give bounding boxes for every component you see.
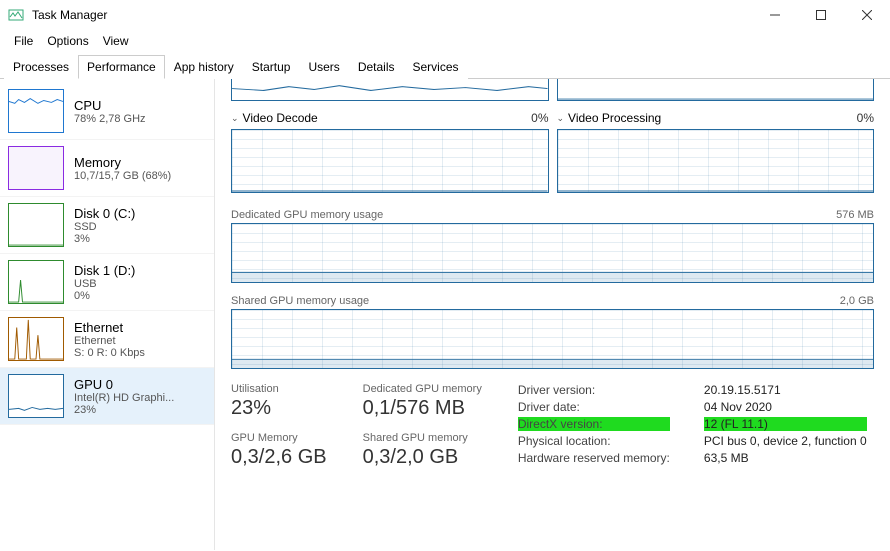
gpu-info-table: Driver version: 20.19.15.5171 Driver dat… (518, 383, 867, 469)
tab-users[interactable]: Users (299, 55, 348, 79)
sidebar-sub: Intel(R) HD Graphi... (74, 392, 174, 404)
window-title: Task Manager (32, 8, 107, 22)
stat-value: 23% (231, 397, 327, 420)
gpu-details-pane: ⌄ Video Decode 0% ⌄ Video Processing 0% … (215, 79, 890, 550)
memory-thumbnail-chart (8, 146, 64, 190)
chart-video-decode (231, 129, 549, 193)
sidebar-item-disk1[interactable]: Disk 1 (D:) USB 0% (0, 254, 214, 311)
sidebar-sub2: 3% (74, 233, 135, 245)
section-video-decode[interactable]: ⌄ Video Decode 0% (231, 111, 549, 125)
stat-value: 0,3/2,0 GB (363, 446, 482, 469)
section-value: 2,0 GB (840, 295, 874, 307)
sidebar-label: Disk 0 (C:) (74, 206, 135, 221)
sidebar-label: Memory (74, 155, 171, 170)
chart-dedicated-memory (231, 223, 874, 283)
stats-row: Utilisation 23% GPU Memory 0,3/2,6 GB De… (231, 383, 874, 469)
top-chart-row (231, 79, 874, 101)
info-key: Driver version: (518, 383, 670, 397)
sidebar-sub: SSD (74, 221, 135, 233)
chevron-down-icon: ⌄ (231, 113, 239, 124)
stat-label: Shared GPU memory (363, 432, 482, 444)
close-button[interactable] (844, 0, 890, 30)
stat-value: 0,3/2,6 GB (231, 446, 327, 469)
sidebar-item-cpu[interactable]: CPU 78% 2,78 GHz (0, 83, 214, 140)
sidebar-sub: Ethernet (74, 335, 145, 347)
info-value: 20.19.15.5171 (704, 383, 867, 397)
tab-performance[interactable]: Performance (78, 55, 165, 79)
stat-label: Utilisation (231, 383, 327, 395)
titlebar: Task Manager (0, 0, 890, 30)
maximize-button[interactable] (798, 0, 844, 30)
section-value: 0% (531, 111, 548, 125)
menu-options[interactable]: Options (41, 32, 94, 50)
ethernet-thumbnail-chart (8, 317, 64, 361)
menu-view[interactable]: View (97, 32, 135, 50)
info-value: 63,5 MB (704, 451, 867, 465)
stat-label: GPU Memory (231, 432, 327, 444)
tab-app-history[interactable]: App history (165, 55, 243, 79)
menubar: File Options View (0, 30, 890, 54)
info-value-directx: 12 (FL 11.1) (704, 417, 867, 431)
tab-startup[interactable]: Startup (243, 55, 300, 79)
info-key: Driver date: (518, 400, 670, 414)
cpu-thumbnail-chart (8, 89, 64, 133)
info-key-directx: DirectX version: (518, 417, 670, 431)
stat-value: 0,1/576 MB (363, 397, 482, 420)
chart-copy-partial (557, 79, 875, 101)
sidebar-sub: 78% 2,78 GHz (74, 113, 146, 125)
section-label: Video Processing (568, 111, 661, 125)
chevron-down-icon: ⌄ (557, 113, 565, 124)
sidebar-sub2: 23% (74, 404, 174, 416)
tab-services[interactable]: Services (404, 55, 468, 79)
minimize-button[interactable] (752, 0, 798, 30)
sidebar-sub: USB (74, 278, 135, 290)
section-label: Dedicated GPU memory usage (231, 209, 383, 221)
sidebar-item-gpu0[interactable]: GPU 0 Intel(R) HD Graphi... 23% (0, 368, 214, 425)
stat-dedicated: Dedicated GPU memory 0,1/576 MB Shared G… (363, 383, 482, 469)
info-value: 04 Nov 2020 (704, 400, 867, 414)
gpu0-thumbnail-chart (8, 374, 64, 418)
chart-3d-partial (231, 79, 549, 101)
tabs: Processes Performance App history Startu… (0, 54, 890, 79)
disk0-thumbnail-chart (8, 203, 64, 247)
sidebar-label: CPU (74, 98, 146, 113)
stat-label: Dedicated GPU memory (363, 383, 482, 395)
task-manager-icon (8, 7, 24, 23)
section-label: Shared GPU memory usage (231, 295, 369, 307)
section-dedicated-memory: Dedicated GPU memory usage 576 MB (231, 209, 874, 221)
section-video-processing[interactable]: ⌄ Video Processing 0% (557, 111, 875, 125)
section-value: 0% (857, 111, 874, 125)
section-value: 576 MB (836, 209, 874, 221)
sidebar-item-ethernet[interactable]: Ethernet Ethernet S: 0 R: 0 Kbps (0, 311, 214, 368)
sidebar-sub: 10,7/15,7 GB (68%) (74, 170, 171, 182)
sidebar-sub2: 0% (74, 290, 135, 302)
sidebar-item-disk0[interactable]: Disk 0 (C:) SSD 3% (0, 197, 214, 254)
info-value: PCI bus 0, device 2, function 0 (704, 434, 867, 448)
sidebar-item-memory[interactable]: Memory 10,7/15,7 GB (68%) (0, 140, 214, 197)
info-key: Hardware reserved memory: (518, 451, 670, 465)
info-key: Physical location: (518, 434, 670, 448)
stat-utilisation: Utilisation 23% GPU Memory 0,3/2,6 GB (231, 383, 327, 469)
sidebar-label: GPU 0 (74, 377, 174, 392)
sidebar: CPU 78% 2,78 GHz Memory 10,7/15,7 GB (68… (0, 79, 215, 550)
chart-video-processing (557, 129, 875, 193)
disk1-thumbnail-chart (8, 260, 64, 304)
section-shared-memory: Shared GPU memory usage 2,0 GB (231, 295, 874, 307)
chart-shared-memory (231, 309, 874, 369)
main: CPU 78% 2,78 GHz Memory 10,7/15,7 GB (68… (0, 79, 890, 550)
tab-processes[interactable]: Processes (4, 55, 78, 79)
sidebar-label: Disk 1 (D:) (74, 263, 135, 278)
sidebar-label: Ethernet (74, 320, 145, 335)
tab-details[interactable]: Details (349, 55, 404, 79)
sidebar-sub2: S: 0 R: 0 Kbps (74, 347, 145, 359)
section-label: Video Decode (243, 111, 318, 125)
menu-file[interactable]: File (8, 32, 39, 50)
